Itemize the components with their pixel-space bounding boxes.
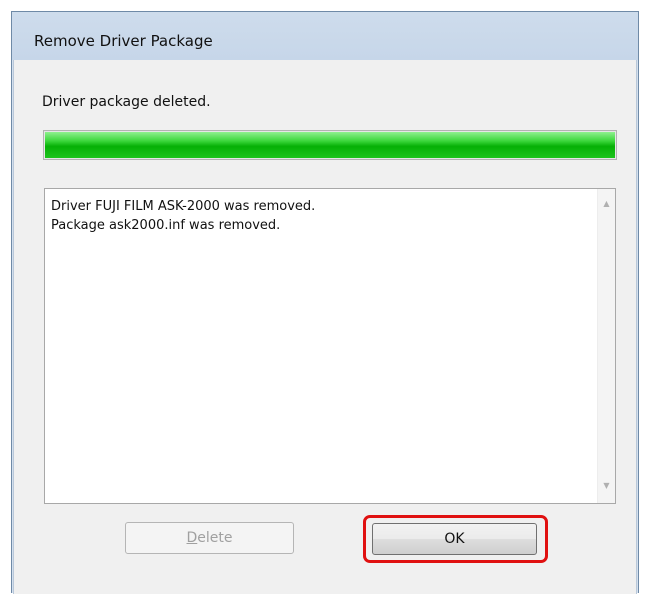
ok-highlight-annotation bbox=[363, 515, 548, 563]
title-bar[interactable]: Remove Driver Package bbox=[12, 12, 638, 60]
vertical-scrollbar[interactable]: ▲ ▼ bbox=[597, 189, 615, 503]
dialog-body: Driver package deleted. Driver FUJI FILM… bbox=[13, 60, 637, 594]
delete-mnemonic: D bbox=[186, 530, 198, 546]
log-line: Driver FUJI FILM ASK-2000 was removed. bbox=[51, 199, 316, 214]
window-title: Remove Driver Package bbox=[34, 32, 213, 50]
scroll-up-arrow-icon[interactable]: ▲ bbox=[598, 195, 615, 213]
delete-label-rest: elete bbox=[197, 530, 233, 546]
log-textbox[interactable]: Driver FUJI FILM ASK-2000 was removed. P… bbox=[44, 188, 616, 504]
delete-button[interactable]: Delete bbox=[125, 522, 294, 554]
status-text: Driver package deleted. bbox=[42, 94, 211, 110]
progress-bar bbox=[43, 130, 617, 160]
progress-fill bbox=[45, 132, 615, 158]
remove-driver-dialog: Remove Driver Package Driver package del… bbox=[11, 11, 639, 594]
log-line: Package ask2000.inf was removed. bbox=[51, 218, 281, 233]
scroll-down-arrow-icon[interactable]: ▼ bbox=[598, 477, 615, 495]
log-text: Driver FUJI FILM ASK-2000 was removed. P… bbox=[51, 197, 581, 235]
